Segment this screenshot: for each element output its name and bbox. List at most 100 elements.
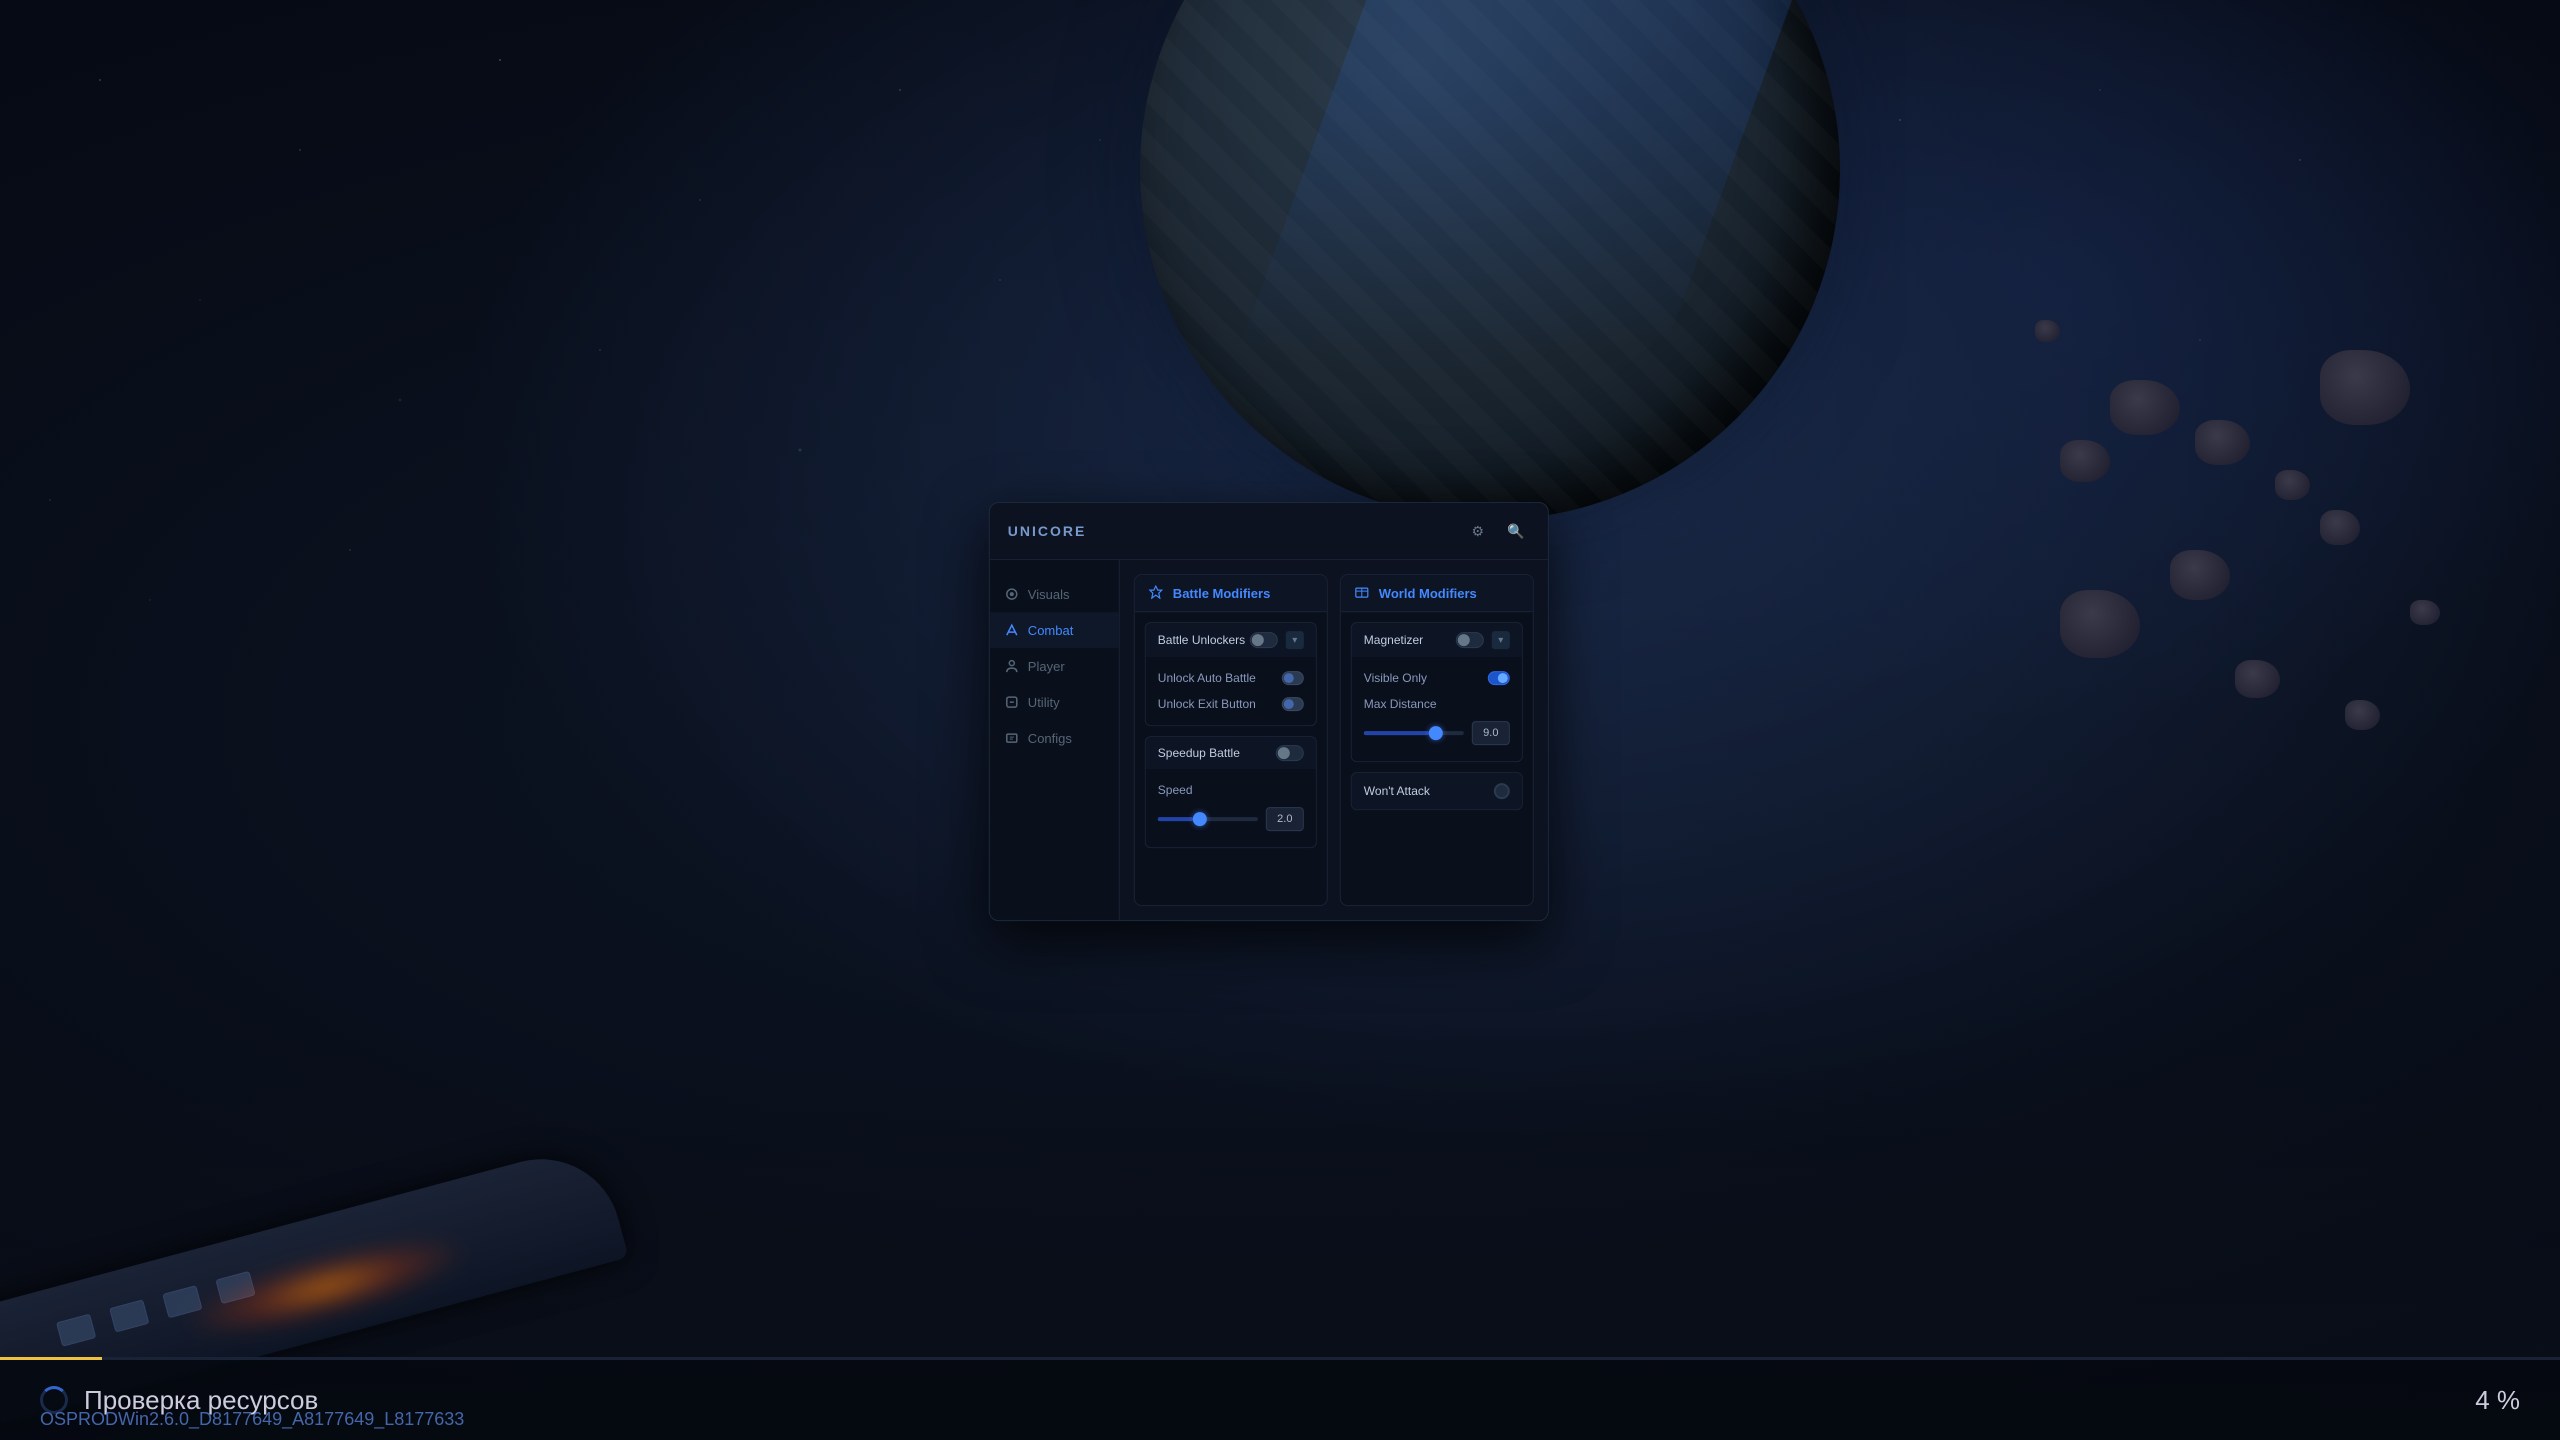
unlock-exit-button-row: Unlock Exit Button (1158, 691, 1304, 717)
max-distance-row: Max Distance (1364, 691, 1510, 717)
magnetizer-toggle[interactable] (1456, 632, 1484, 648)
max-distance-label: Max Distance (1364, 697, 1437, 711)
window-body: Visuals Combat Player (990, 560, 1548, 920)
sidebar-item-configs[interactable]: Configs (990, 720, 1119, 756)
magnetizer-controls: ▾ (1456, 631, 1510, 649)
unlock-auto-battle-label: Unlock Auto Battle (1158, 671, 1256, 685)
chevron-down-icon: ▾ (1498, 635, 1503, 646)
magnetizer-body: Visible Only Max Distance 9.0 (1352, 657, 1522, 761)
battle-unlockers-body: Unlock Auto Battle Unlock Exit Button (1146, 657, 1316, 725)
speed-slider-fill (1158, 817, 1193, 821)
speed-label: Speed (1158, 783, 1193, 797)
battle-modifiers-icon (1149, 585, 1165, 601)
visible-only-row: Visible Only (1364, 665, 1510, 691)
sidebar-item-utility-label: Utility (1028, 695, 1060, 710)
max-distance-value: 9.0 (1472, 721, 1510, 745)
content-area: Battle Modifiers Battle Unlockers ▾ (1120, 560, 1548, 920)
visible-only-label: Visible Only (1364, 671, 1427, 685)
search-button[interactable]: 🔍 (1502, 517, 1530, 545)
asteroid-8 (2170, 550, 2230, 600)
asteroid-1 (2195, 420, 2250, 465)
magnetizer-header[interactable]: Magnetizer ▾ (1352, 623, 1522, 657)
sidebar-item-combat-label: Combat (1028, 623, 1074, 638)
visuals-icon (1004, 586, 1020, 602)
window-controls: ⚙ 🔍 (1464, 517, 1530, 545)
speedup-battle-title: Speedup Battle (1158, 746, 1240, 760)
world-modifiers-title: World Modifiers (1379, 586, 1477, 601)
wont-attack-section: Won't Attack (1351, 772, 1523, 810)
spaceship-window-2 (109, 1299, 149, 1332)
speed-slider-row: 2.0 (1158, 803, 1304, 839)
asteroid-11 (2235, 660, 2280, 698)
battle-modifiers-title-wrap: Battle Modifiers (1149, 585, 1271, 601)
speed-slider-thumb[interactable] (1193, 812, 1207, 826)
settings-button[interactable]: ⚙ (1464, 517, 1492, 545)
sidebar-item-visuals[interactable]: Visuals (990, 576, 1119, 612)
sidebar: Visuals Combat Player (990, 560, 1120, 920)
spaceship-window-1 (56, 1314, 96, 1347)
configs-icon (1004, 730, 1020, 746)
battle-unlockers-expand[interactable]: ▾ (1286, 631, 1304, 649)
sidebar-item-player-label: Player (1028, 659, 1065, 674)
speed-slider-track[interactable] (1158, 817, 1258, 821)
sidebar-item-player[interactable]: Player (990, 648, 1119, 684)
sidebar-item-visuals-label: Visuals (1028, 587, 1070, 602)
battle-unlockers-toggle[interactable] (1250, 632, 1278, 648)
asteroid-10 (2060, 590, 2140, 658)
speedup-battle-section: Speedup Battle Speed (1145, 736, 1317, 848)
world-modifiers-icon (1355, 585, 1371, 601)
asteroid-5 (2320, 350, 2410, 425)
max-distance-slider-thumb[interactable] (1429, 726, 1443, 740)
combat-icon (1004, 622, 1020, 638)
version-text: OSPRODWin2.6.0_D8177649_A8177649_L817763… (40, 1409, 464, 1430)
unlock-auto-battle-row: Unlock Auto Battle (1158, 665, 1304, 691)
battle-modifiers-header: Battle Modifiers (1135, 575, 1327, 612)
battle-unlockers-title: Battle Unlockers (1158, 633, 1245, 647)
battle-unlockers-section: Battle Unlockers ▾ Unlock Auto Battle (1145, 622, 1317, 726)
asteroid-2 (2275, 470, 2310, 500)
wont-attack-header[interactable]: Won't Attack (1352, 773, 1522, 809)
battle-unlockers-controls: ▾ (1250, 631, 1304, 649)
world-modifiers-panel: World Modifiers Magnetizer ▾ (1340, 574, 1534, 906)
loading-percent: 4 % (2475, 1385, 2520, 1416)
utility-icon (1004, 694, 1020, 710)
magnetizer-expand[interactable]: ▾ (1492, 631, 1510, 649)
gear-icon: ⚙ (1472, 523, 1485, 540)
progress-bar-container (0, 1357, 2560, 1360)
world-modifiers-title-wrap: World Modifiers (1355, 585, 1477, 601)
battle-modifiers-title: Battle Modifiers (1173, 586, 1271, 601)
battle-modifiers-panel: Battle Modifiers Battle Unlockers ▾ (1134, 574, 1328, 906)
speedup-battle-toggle[interactable] (1276, 745, 1304, 761)
asteroid-7 (2060, 440, 2110, 482)
wont-attack-toggle[interactable] (1494, 783, 1510, 799)
magnetizer-title: Magnetizer (1364, 633, 1423, 647)
asteroid-9 (2035, 320, 2060, 342)
sidebar-item-combat[interactable]: Combat (990, 612, 1119, 648)
speedup-battle-body: Speed 2.0 (1146, 769, 1316, 847)
progress-bar-fill (0, 1357, 102, 1360)
asteroid-6 (2410, 600, 2440, 625)
chevron-down-icon: ▾ (1292, 635, 1297, 646)
asteroid-4 (2320, 510, 2360, 545)
unlock-auto-battle-toggle[interactable] (1282, 671, 1304, 685)
speed-value: 2.0 (1266, 807, 1304, 831)
unlock-exit-button-label: Unlock Exit Button (1158, 697, 1256, 711)
player-icon (1004, 658, 1020, 674)
app-window: UNICORE ⚙ 🔍 Visuals (989, 502, 1549, 921)
max-distance-slider-fill (1364, 731, 1429, 735)
asteroid-3 (2110, 380, 2180, 435)
battle-unlockers-header[interactable]: Battle Unlockers ▾ (1146, 623, 1316, 657)
unlock-exit-button-toggle[interactable] (1282, 697, 1304, 711)
magnetizer-section: Magnetizer ▾ Visible Only (1351, 622, 1523, 762)
search-icon: 🔍 (1507, 523, 1524, 540)
max-distance-slider-row: 9.0 (1364, 717, 1510, 753)
visible-only-toggle[interactable] (1488, 671, 1510, 685)
window-header: UNICORE ⚙ 🔍 (990, 503, 1548, 560)
sidebar-item-utility[interactable]: Utility (990, 684, 1119, 720)
max-distance-slider-track[interactable] (1364, 731, 1464, 735)
speedup-battle-header[interactable]: Speedup Battle (1146, 737, 1316, 769)
speedup-battle-controls (1276, 745, 1304, 761)
speed-row: Speed (1158, 777, 1304, 803)
sidebar-item-configs-label: Configs (1028, 731, 1072, 746)
asteroid-12 (2345, 700, 2380, 730)
